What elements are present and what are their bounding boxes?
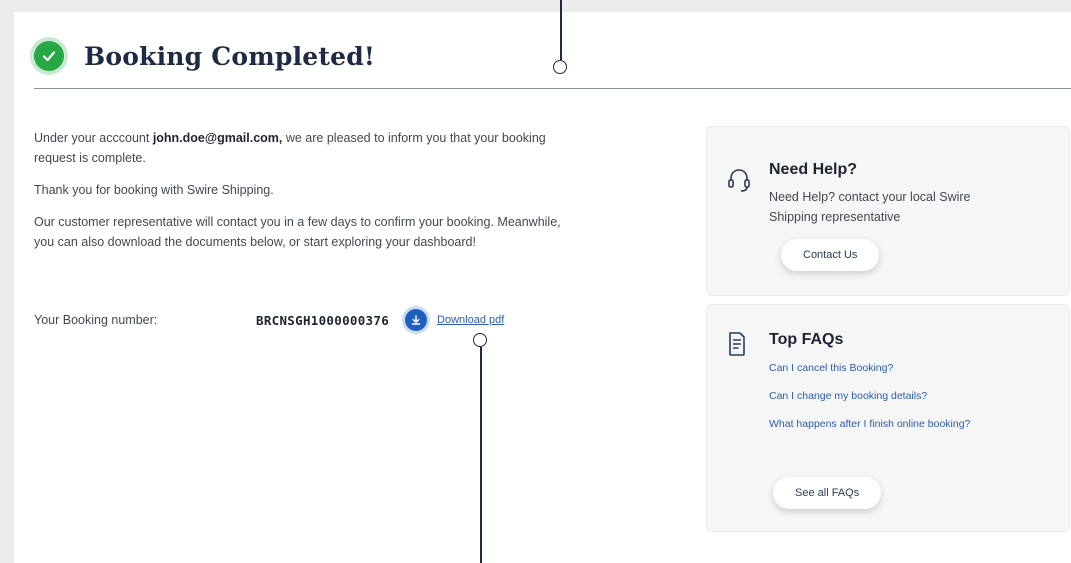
top-faqs-card: Top FAQs Can I cancel this Booking? Can … [706, 304, 1070, 532]
headset-icon [727, 167, 751, 198]
booking-number-value: BRCNSGH1000000376 [256, 312, 390, 328]
message-paragraph-thanks: Thank you for booking with Swire Shippin… [34, 183, 274, 197]
page-header: Booking Completed! [34, 34, 375, 78]
message-paragraph-followup: Our customer representative will contact… [34, 215, 561, 249]
header-divider [34, 88, 1071, 89]
need-help-card: Need Help? Need Help? contact your local… [706, 126, 1070, 296]
check-icon [34, 41, 64, 71]
booking-number-label: Your Booking number: [34, 313, 158, 327]
annotation-marker-top [553, 60, 567, 74]
message-paragraph-account: Under your acccount john.doe@gmail.com, … [34, 128, 574, 168]
contact-us-button[interactable]: Contact Us [781, 239, 880, 271]
faq-link[interactable]: Can I cancel this Booking? [769, 359, 979, 377]
account-email: john.doe@gmail.com, [152, 131, 283, 145]
need-help-description: Need Help? contact your local Swire Ship… [769, 190, 971, 224]
booking-number-row: Your Booking number: BRCNSGH1000000376 D… [34, 309, 504, 331]
faq-link[interactable]: What happens after I finish online booki… [769, 415, 979, 433]
annotation-line-top [560, 0, 562, 60]
annotation-line-bottom [480, 347, 482, 563]
need-help-title: Need Help? [769, 161, 858, 178]
message-prefix: Under your acccount [34, 131, 153, 145]
download-pdf-link[interactable]: Download pdf [437, 314, 504, 326]
confirmation-message: Under your acccount john.doe@gmail.com, … [34, 128, 574, 264]
faq-document-icon [727, 331, 747, 362]
faq-link[interactable]: Can I change my booking details? [769, 387, 979, 405]
annotation-marker-download [473, 333, 487, 347]
top-faqs-title: Top FAQs [769, 331, 844, 348]
see-all-faqs-button[interactable]: See all FAQs [773, 477, 882, 509]
download-icon[interactable] [405, 309, 428, 331]
page-title: Booking Completed! [84, 41, 376, 71]
